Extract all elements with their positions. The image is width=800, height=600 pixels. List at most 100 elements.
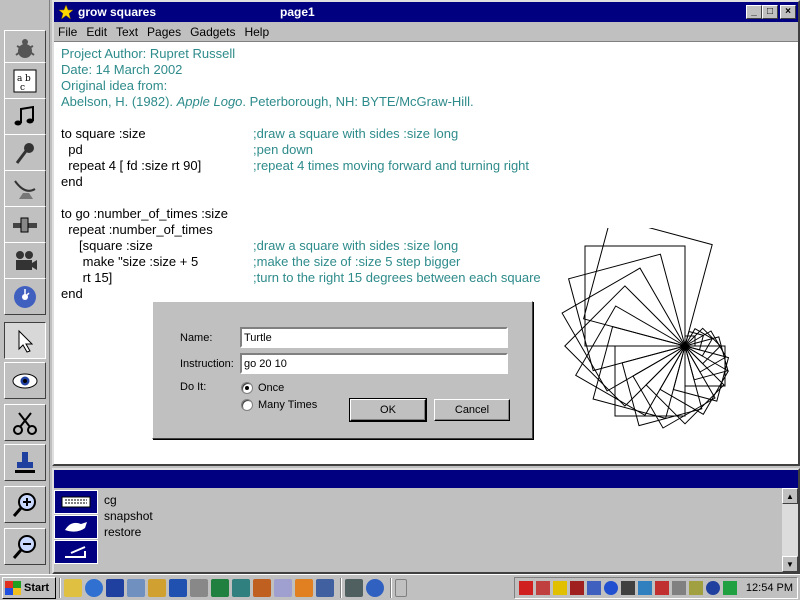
- zoom-in-icon: [12, 492, 36, 517]
- menu-bar: File Edit Text Pages Gadgets Help: [54, 22, 798, 42]
- instruction-field[interactable]: go 20 10: [240, 353, 508, 374]
- hourglass-icon[interactable]: [586, 581, 601, 595]
- slider-tool[interactable]: [4, 206, 46, 243]
- command-center-titlebar[interactable]: [54, 470, 798, 488]
- mouse-icon[interactable]: [190, 578, 208, 597]
- code-comment: ;make the size of :size 5 step bigger: [253, 254, 461, 269]
- code-line: end: [61, 174, 474, 190]
- minimize-button[interactable]: _: [746, 5, 762, 19]
- microphone-tool[interactable]: [4, 134, 46, 171]
- code-comment: ;pen down: [253, 142, 313, 157]
- paint-icon[interactable]: [253, 578, 271, 597]
- maximize-button[interactable]: □: [762, 5, 778, 19]
- eye-tool[interactable]: [4, 362, 46, 399]
- title-bar[interactable]: grow squares page1 _ □ ×: [54, 2, 798, 22]
- citation-rest: . Peterborough, NH: BYTE/McGraw-Hill.: [242, 94, 474, 109]
- menu-pages[interactable]: Pages: [147, 25, 181, 39]
- vet-icon[interactable]: [705, 581, 720, 595]
- tool-palette: abc: [0, 0, 50, 574]
- menu-gadgets[interactable]: Gadgets: [190, 25, 235, 39]
- alert-icon[interactable]: [569, 581, 584, 595]
- cancel-button[interactable]: Cancel: [434, 399, 510, 421]
- scissors-icon: [13, 411, 37, 435]
- document-text[interactable]: Project Author: Rupret Russell Date: 14 …: [61, 46, 541, 302]
- camera-tray-icon[interactable]: [620, 581, 635, 595]
- netscape-icon[interactable]: [518, 581, 533, 595]
- cd-tool[interactable]: [4, 278, 46, 315]
- menu-text[interactable]: Text: [116, 25, 138, 39]
- code-text: pd: [61, 142, 83, 157]
- globe-icon[interactable]: [366, 578, 384, 597]
- menu-help[interactable]: Help: [244, 25, 269, 39]
- monitor-icon[interactable]: [654, 581, 669, 595]
- code-line: to square :size ;draw a square with sides…: [61, 126, 474, 142]
- maximize-icon: □: [766, 6, 774, 17]
- speaker-icon[interactable]: [671, 581, 686, 595]
- down-arrow-icon: ▼: [786, 559, 794, 569]
- code-line: pd ;pen down: [61, 142, 474, 158]
- zoom-out-tool[interactable]: [4, 528, 46, 565]
- cd-icon: [14, 285, 36, 308]
- code-comment: ;draw a square with sides :size long: [253, 238, 459, 253]
- start-button[interactable]: Start: [2, 576, 56, 599]
- zoom-in-tool[interactable]: [4, 486, 46, 523]
- command-text[interactable]: cg snapshot restore: [104, 492, 153, 540]
- pointer-icon: [18, 329, 34, 353]
- calculator-icon[interactable]: [232, 578, 250, 597]
- close-button[interactable]: ×: [780, 5, 796, 19]
- name-field[interactable]: Turtle: [240, 327, 508, 348]
- camera-tool[interactable]: [4, 242, 46, 279]
- keyboard-icon: [61, 496, 91, 508]
- stamp-tool[interactable]: [4, 444, 46, 481]
- svg-text:c: c: [20, 83, 25, 93]
- warning-icon[interactable]: [552, 581, 567, 595]
- music-tool[interactable]: [4, 98, 46, 135]
- network-icon[interactable]: [274, 578, 292, 597]
- satellite-tool[interactable]: [4, 170, 46, 207]
- folder-icon[interactable]: [148, 578, 166, 597]
- browser-icon[interactable]: [85, 578, 103, 597]
- menu-file[interactable]: File: [58, 25, 77, 39]
- start-label: Start: [24, 581, 50, 594]
- procedure-button[interactable]: [54, 540, 98, 564]
- doit-label: Do It:: [180, 381, 207, 393]
- text-tool[interactable]: abc: [4, 62, 46, 99]
- turtle-dialog: Name: Turtle Instruction: go 20 10 Do It…: [152, 301, 533, 439]
- once-radio[interactable]: Once: [241, 382, 284, 394]
- minimize-icon: _: [751, 6, 757, 17]
- media-icon[interactable]: [295, 578, 313, 597]
- scissors-tool[interactable]: [4, 404, 46, 441]
- scroll-down-button[interactable]: ▼: [782, 556, 798, 572]
- word-icon[interactable]: [169, 578, 187, 597]
- instruction-label: Instruction:: [180, 358, 234, 370]
- citation-author: Abelson, H. (1982).: [61, 94, 177, 109]
- tree-icon[interactable]: [722, 581, 737, 595]
- command-line: restore: [104, 525, 142, 539]
- text-icon: a bc: [13, 69, 37, 93]
- menu-edit[interactable]: Edit: [86, 25, 107, 39]
- tool-icon[interactable]: [106, 578, 124, 597]
- app-tray-icon[interactable]: [637, 581, 652, 595]
- app-icon[interactable]: [127, 578, 145, 597]
- code-text: end: [61, 286, 83, 301]
- code-line: [square :size ;draw a square with sides :…: [61, 238, 474, 254]
- tray-icon[interactable]: [535, 581, 550, 595]
- turtle-shape-icon: [65, 522, 87, 532]
- ok-button[interactable]: OK: [349, 398, 427, 422]
- pointer-tool[interactable]: [4, 322, 46, 359]
- turtle-button[interactable]: [54, 515, 98, 539]
- program-icon[interactable]: [316, 578, 334, 597]
- scroll-up-button[interactable]: ▲: [782, 488, 798, 504]
- keyboard-button[interactable]: [54, 490, 98, 514]
- command-scrollbar[interactable]: ▲ ▼: [782, 488, 798, 572]
- desktop-icon[interactable]: [64, 578, 82, 597]
- eye-tray-icon[interactable]: [603, 581, 618, 595]
- command-line: cg: [104, 493, 117, 507]
- scroll-arrows-icon[interactable]: [395, 578, 407, 597]
- excel-icon[interactable]: [211, 578, 229, 597]
- many-times-radio[interactable]: Many Times: [241, 399, 317, 411]
- printer-icon[interactable]: [688, 581, 703, 595]
- grid-app-icon[interactable]: [345, 578, 363, 597]
- once-label: Once: [258, 382, 285, 394]
